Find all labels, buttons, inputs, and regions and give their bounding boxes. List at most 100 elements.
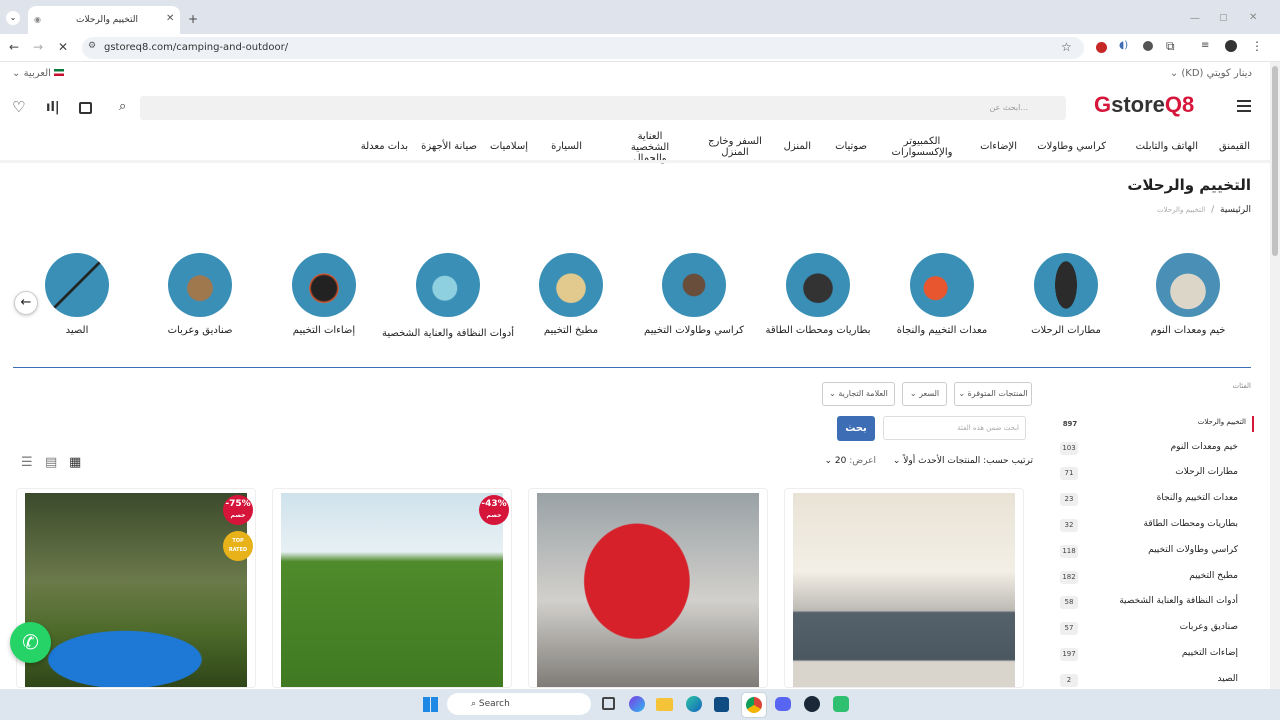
nav-item-home[interactable]: المنزل — [784, 141, 811, 152]
compare-icon[interactable]: ıl| — [46, 100, 60, 115]
compact-list-view-icon[interactable]: ▤ — [45, 455, 57, 470]
nav-item-islamic[interactable]: إسلاميات — [490, 141, 528, 152]
category-lights[interactable]: إضاءات التخييم — [254, 253, 394, 336]
category-chairs[interactable]: كراسي وطاولات التخييم — [624, 253, 764, 336]
whatsapp-button[interactable]: ✆ — [10, 622, 51, 663]
category-search-input[interactable]: ابحث ضمن هذه الفئة — [883, 416, 1026, 440]
steam-icon[interactable] — [804, 696, 820, 712]
search-icon[interactable]: ⌕ — [119, 99, 126, 114]
list-view-icon[interactable]: ☰ — [21, 455, 33, 470]
nav-item-phones[interactable]: الهاتف والتابلت — [1136, 141, 1198, 152]
address-bar[interactable]: gstoreq8.com/camping-and-outdoor/ — [82, 37, 1084, 59]
window-minimize-icon[interactable]: — — [1190, 13, 1200, 24]
page-scrollbar[interactable] — [1270, 62, 1280, 689]
window-maximize-icon[interactable]: ▢ — [1219, 13, 1228, 23]
page-size-label: اعرض: — [849, 456, 876, 466]
forward-icon[interactable]: → — [33, 40, 43, 54]
new-tab-button[interactable]: + — [188, 12, 198, 26]
category-flasks[interactable]: مطارات الرحلات — [996, 253, 1136, 336]
tent-image — [1156, 253, 1220, 317]
edge-icon[interactable] — [686, 696, 702, 712]
media-control-icon[interactable]: ≡ — [1201, 40, 1209, 51]
camping-chairs-image — [662, 253, 726, 317]
tab-list-button[interactable]: ⌄ — [6, 11, 20, 25]
breadcrumb-home-link[interactable]: الرئيسية — [1220, 205, 1251, 215]
currency-selector[interactable]: دينار كويتي (KD) ⌄ — [1170, 68, 1252, 79]
sidebar-item-lights[interactable]: 197 إضاءات التخييم — [1060, 648, 1238, 662]
nav-item-computers[interactable]: الكمبيوتر والإكسسوارات — [886, 136, 958, 158]
stop-loading-icon[interactable]: ✕ — [58, 40, 68, 54]
product-image — [793, 493, 1015, 687]
product-card-lazy-bag[interactable]: -75% خصم TOP RATED — [16, 488, 256, 688]
kuwait-flag-icon — [54, 69, 65, 76]
nav-item-travel[interactable]: السفر وخارج المنزل — [707, 136, 763, 158]
sidebar-item-all[interactable]: 897 التخييم والرحلات — [1060, 418, 1246, 432]
sidebar-item-carts[interactable]: 57 صناديق وعربات — [1060, 622, 1238, 636]
browser-tab[interactable]: التخييم والرحلات — [28, 6, 180, 34]
category-search-button[interactable]: بحث — [837, 416, 875, 441]
window-close-icon[interactable]: ✕ — [1249, 12, 1257, 23]
cart-icon[interactable] — [79, 102, 92, 114]
site-settings-icon[interactable]: ⚙ — [88, 41, 96, 51]
file-explorer-icon[interactable] — [656, 698, 673, 711]
sidebar-item-kitchen[interactable]: 182 مطبخ التخييم — [1060, 571, 1238, 585]
category-tents[interactable]: خيم ومعدات النوم — [1118, 253, 1258, 336]
site-logo[interactable]: GstoreQ8 — [1094, 92, 1194, 118]
extensions-puzzle-icon[interactable]: ⧉ — [1166, 39, 1175, 54]
discord-icon[interactable] — [775, 697, 791, 711]
nav-item-audio[interactable]: صوتيات — [835, 141, 867, 152]
nav-item-lighting[interactable]: الإضاءات — [980, 141, 1017, 152]
category-survival[interactable]: معدات التخييم والنجاة — [872, 253, 1012, 336]
task-view-icon[interactable] — [602, 697, 615, 710]
copilot-icon[interactable] — [629, 696, 645, 712]
extension-audio-icon[interactable]: ◖) — [1119, 40, 1128, 51]
category-hygiene[interactable]: أدوات النظافة والعناية الشخصية — [378, 253, 518, 342]
wishlist-heart-icon[interactable]: ♡ — [12, 98, 25, 116]
sidebar-item-chairs[interactable]: 118 كراسي وطاولات التخييم — [1060, 545, 1238, 559]
product-card-red-chair[interactable] — [528, 488, 768, 688]
taskbar-green-app-icon[interactable] — [833, 696, 849, 712]
sidebar-item-survival[interactable]: 23 معدات التخييم والنجاة — [1060, 493, 1238, 507]
sidebar-item-power[interactable]: 32 بطاريات ومحطات الطاقة — [1060, 519, 1238, 533]
bookmark-star-icon[interactable]: ☆ — [1061, 40, 1072, 54]
filters-label: الفئات — [1232, 382, 1251, 390]
grid-view-icon[interactable]: ▦ — [69, 455, 81, 470]
taskbar-app-icon[interactable] — [714, 697, 729, 712]
nav-item-modified[interactable]: بدات معدلة — [361, 141, 408, 152]
sort-control[interactable]: ترتيب حسب: المنتجات الأحدث أولاً ⌄ — [893, 456, 1033, 466]
nav-divider — [0, 160, 1270, 163]
category-power[interactable]: بطاريات ومحطات الطاقة — [748, 253, 888, 336]
nav-item-chairs[interactable]: كراسي وطاولات — [1037, 141, 1106, 152]
tab-close-icon[interactable]: ✕ — [166, 13, 174, 24]
page-title: التخييم والرحلات — [1127, 176, 1251, 194]
top-rated-badge: TOP RATED — [223, 531, 253, 561]
windows-start-icon[interactable] — [423, 697, 438, 712]
language-selector[interactable]: ⌄ العربية — [12, 68, 65, 79]
filter-availability[interactable]: ⌄ المنتجات المتوفرة — [954, 382, 1032, 406]
site-search-input[interactable]: ابحث عن... — [140, 96, 1066, 120]
sort-value: المنتجات الأحدث أولاً — [903, 456, 981, 466]
carousel-prev-button[interactable]: ← — [14, 291, 38, 315]
browser-menu-icon[interactable]: ⋮ — [1251, 39, 1263, 53]
product-card-air-mattress[interactable]: -43% خصم — [272, 488, 512, 688]
back-icon[interactable]: ← — [9, 40, 19, 54]
sidebar-item-flasks[interactable]: 71 مطارات الرحلات — [1060, 467, 1238, 481]
page-size-control[interactable]: اعرض: 20 ⌄ — [825, 456, 876, 466]
extension-icon[interactable] — [1143, 41, 1153, 51]
sidebar-item-fishing[interactable]: 2 الصيد — [1060, 674, 1238, 688]
nav-item-car[interactable]: السيارة — [551, 141, 582, 152]
nav-item-gaming[interactable]: القيمنق — [1219, 141, 1250, 152]
filter-brand[interactable]: ⌄ العلامة التجارية — [822, 382, 895, 406]
filter-price[interactable]: ⌄ السعر — [902, 382, 947, 406]
taskbar-search[interactable]: ⌕ Search — [447, 693, 591, 715]
extension-adblock-icon[interactable] — [1096, 42, 1107, 53]
sidebar-item-tents[interactable]: 103 خيم ومعدات النوم — [1060, 442, 1238, 456]
profile-avatar[interactable] — [1225, 40, 1237, 52]
category-kitchen[interactable]: مطبخ التخييم — [501, 253, 641, 336]
nav-item-repair[interactable]: صيانة الأجهزة — [421, 141, 477, 152]
chrome-icon[interactable] — [742, 693, 766, 717]
sidebar-item-hygiene[interactable]: 58 أدوات النظافة والعناية الشخصية — [1060, 596, 1238, 610]
category-carts[interactable]: صناديق وعربات — [130, 253, 270, 336]
product-card-air-sofa[interactable] — [784, 488, 1024, 688]
hamburger-menu-icon[interactable] — [1237, 100, 1251, 112]
